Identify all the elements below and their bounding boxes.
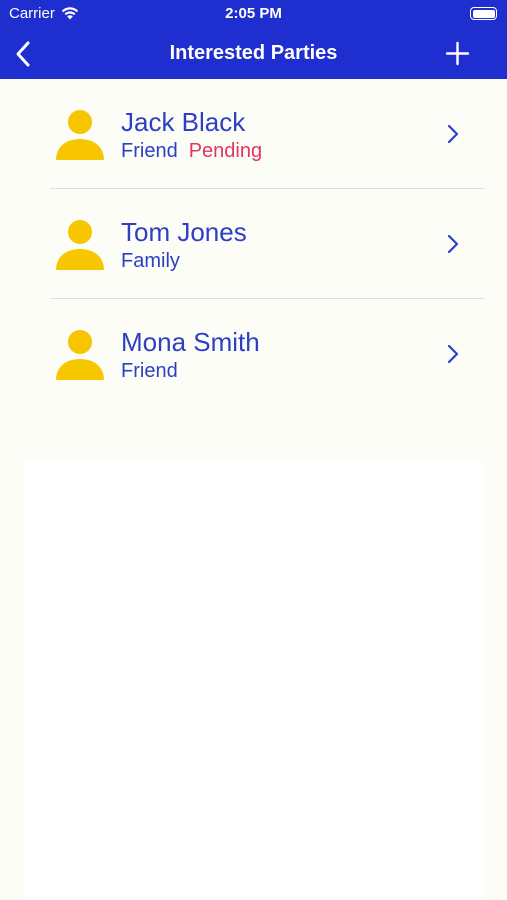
list-item[interactable]: Tom Jones Family [50, 189, 484, 299]
add-party-button[interactable] [445, 41, 470, 66]
person-icon [56, 330, 104, 380]
list-item[interactable]: Jack Black Friend Pending [50, 79, 484, 189]
status-time: 2:05 PM [225, 5, 282, 22]
party-relation: Friend [121, 140, 178, 162]
party-name: Mona Smith [121, 327, 260, 357]
parties-list: Jack Black Friend Pending Tom Jones Fami… [0, 79, 507, 409]
back-button[interactable] [12, 40, 38, 68]
battery-icon [470, 7, 497, 20]
page-title: Interested Parties [169, 42, 338, 64]
status-badge: Pending [188, 140, 263, 162]
party-name: Tom Jones [121, 217, 247, 247]
party-relation: Family [121, 250, 180, 272]
status-bar: Carrier 2:05 PM [0, 0, 507, 28]
screen: Carrier 2:05 PM Interested Parties Jack … [0, 0, 507, 900]
chevron-left-icon [16, 41, 30, 67]
person-icon [56, 110, 104, 160]
person-icon [56, 220, 104, 270]
plus-icon [445, 41, 470, 66]
chevron-right-icon [447, 124, 459, 144]
list-item[interactable]: Mona Smith Friend [50, 299, 484, 409]
party-relation: Friend [121, 360, 178, 382]
party-details: Friend [121, 360, 178, 383]
battery-fill [472, 9, 495, 18]
party-details: Family [121, 250, 180, 273]
chevron-right-icon [447, 344, 459, 364]
navigation-bar: Interested Parties [0, 28, 507, 79]
party-name: Jack Black [121, 107, 246, 137]
party-details: Friend Pending [121, 140, 262, 163]
chevron-right-icon [447, 234, 459, 254]
empty-content-area [24, 462, 483, 900]
